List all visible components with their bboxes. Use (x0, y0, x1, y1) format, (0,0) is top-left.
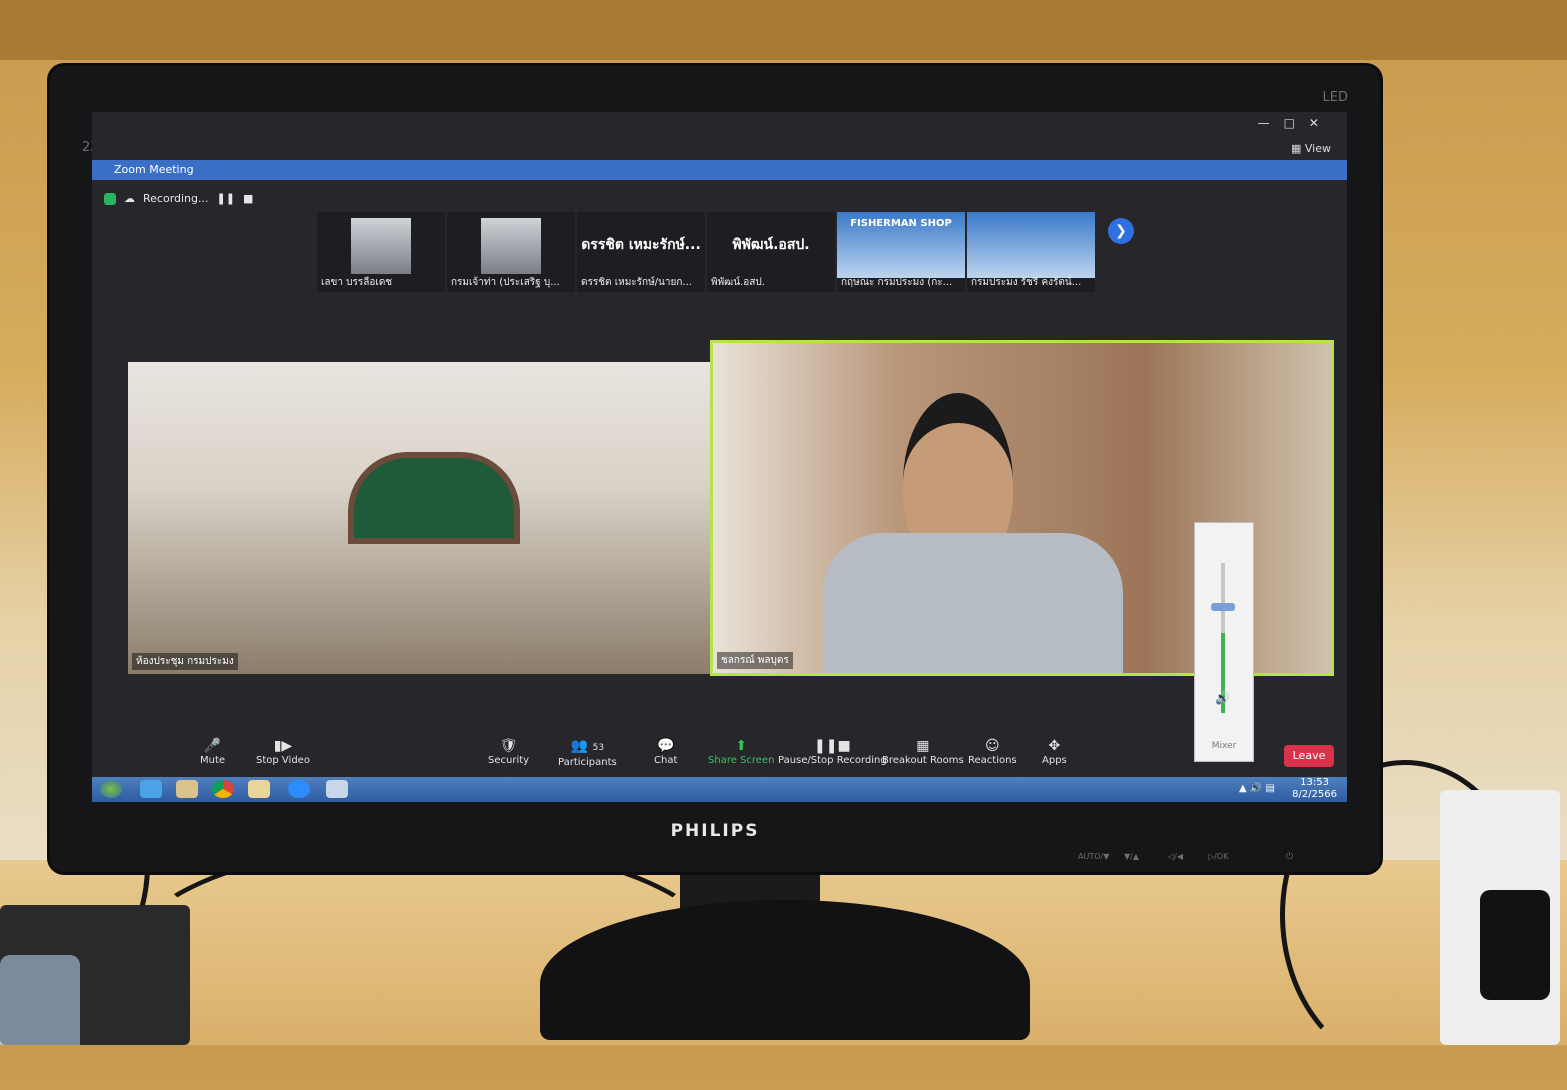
leave-button[interactable]: Leave (1284, 745, 1334, 767)
participants-label: Participants (558, 757, 617, 768)
apps-label: Apps (1042, 755, 1067, 766)
apps-icon: ✥ (1048, 738, 1061, 754)
recording-label: Recording... (143, 192, 209, 205)
participant-name: กรมประมง รัชรี คงรัตน์... (971, 277, 1082, 288)
view-label: View (1304, 142, 1331, 155)
reactions-label: Reactions (968, 755, 1017, 766)
speaker-person (823, 383, 1123, 673)
record-controls-icon: ❚❚■ (814, 738, 851, 754)
video-label: ห้องประชุม กรมประมง (132, 653, 238, 670)
monitor-panel-label: LED (1322, 90, 1348, 105)
participant-strip: เลขา บรรลือเดช กรมเจ้าท่า (ประเสริฐ บุ..… (317, 212, 1095, 292)
tray-icons[interactable]: ▲ 🔊 ▤ (1239, 783, 1275, 794)
microphone-icon: 🎤 (203, 738, 222, 754)
participant-name: กรมเจ้าท่า (ประเสริฐ บุ... (451, 277, 560, 288)
video-meeting-room[interactable]: ห้องประชุม กรมประมง (128, 362, 718, 674)
clock-time: 13:53 (1300, 777, 1329, 788)
video-camera-icon: ▮▶ (273, 738, 293, 754)
cloud-recording-icon: ☁ (124, 192, 135, 205)
taskbar-clock[interactable]: 13:53 8/2/2566 (1292, 777, 1337, 801)
mute-label: Mute (200, 755, 226, 766)
participant-video (967, 212, 1095, 278)
chrome-icon[interactable] (212, 780, 234, 798)
window-controls[interactable]: —□✕ (1258, 116, 1333, 130)
speaker-body (823, 533, 1123, 673)
share-screen-label: Share Screen (708, 755, 775, 766)
pause-stop-recording-button[interactable]: ❚❚■ Pause/Stop Recording (778, 737, 887, 766)
internet-explorer-icon[interactable] (140, 780, 162, 798)
pause-icon[interactable]: ❚❚ (217, 188, 235, 210)
mute-button[interactable]: 🎤 Mute (200, 737, 225, 766)
share-arrow-icon: ⬆ (735, 738, 748, 754)
participant-name: ดรรชิต เหมะรักษ์/นายก... (581, 277, 692, 288)
security-label: Security (488, 755, 530, 766)
volume-slider-thumb[interactable] (1211, 603, 1235, 611)
view-button[interactable]: ▦ View (1291, 142, 1331, 155)
monitor-screen: —□✕ ▦ View Zoom Meeting ☁ Recording... ❚… (92, 112, 1347, 802)
media-player-icon[interactable] (176, 780, 198, 798)
stop-video-button[interactable]: ▮▶ Stop Video (256, 737, 310, 766)
speaker-icon[interactable]: 🔊 (1215, 691, 1230, 705)
participant-banner-text: FISHERMAN SHOP (850, 218, 952, 229)
participants-button[interactable]: 👥 53 Participants (558, 737, 617, 768)
monitor-button-ok[interactable]: ▷/OK (1208, 852, 1228, 861)
participant-name: เลขา บรรลือเดช (321, 277, 393, 288)
participants-icon: 👥 53 (570, 738, 605, 754)
participant-video (481, 218, 541, 274)
participant-tile[interactable]: กรมประมง รัชรี คงรัตน์... (967, 212, 1095, 292)
power-plug (1480, 890, 1550, 1000)
background-wall (0, 0, 1567, 60)
window-taskbar-icon[interactable] (326, 780, 348, 798)
breakout-rooms-label: Breakout Rooms (882, 755, 964, 766)
next-page-arrow-icon[interactable]: ❯ (1108, 218, 1134, 244)
participant-name: พิพัฒน์.อสป. (711, 277, 765, 288)
monitor-power-button[interactable]: ⏻ (1286, 852, 1293, 862)
security-shield-icon (104, 193, 116, 205)
participant-display-name: ดรรชิต เหมะรักษ์... (581, 237, 701, 253)
zoom-toolbar: 🎤 Mute ▮▶ Stop Video 🛡 Security 👥 53 Partici… (92, 737, 1347, 777)
participant-tile[interactable]: เลขา บรรลือเดช (317, 212, 445, 292)
stop-icon[interactable]: ■ (243, 188, 253, 210)
zoom-titlebar: Zoom Meeting (92, 160, 1347, 180)
participant-tile[interactable]: กรมเจ้าท่า (ประเสริฐ บุ... (447, 212, 575, 292)
participant-display-name: พิพัฒน์.อสป. (732, 237, 810, 253)
breakout-rooms-button[interactable]: ▦ Breakout Rooms (882, 737, 964, 766)
chat-button[interactable]: 💬 Chat (654, 737, 677, 766)
participants-count: 53 (592, 743, 605, 753)
monitor-brand-logo: PHILIPS (670, 821, 760, 841)
chat-label: Chat (654, 755, 678, 766)
room-emblem-board (348, 452, 520, 544)
water-bottle (0, 955, 80, 1045)
shield-icon: 🛡 (499, 738, 518, 754)
participant-tile[interactable]: พิพัฒน์.อสป. พิพัฒน์.อสป. (707, 212, 835, 292)
reactions-button[interactable]: ☺ Reactions (968, 737, 1017, 766)
pause-stop-recording-label: Pause/Stop Recording (778, 755, 887, 766)
video-label: ชลกรณ์ พลบุตร (717, 652, 793, 669)
monitor-button-left[interactable]: ◁/◀ (1168, 852, 1183, 861)
participant-video (351, 218, 411, 274)
participant-tile[interactable]: FISHERMAN SHOP กฤษณะ กรมประมง (กะ... (837, 212, 965, 292)
smiley-icon: ☺ (985, 738, 1000, 754)
clock-date: 8/2/2566 (1292, 789, 1337, 800)
grid-icon: ▦ (916, 738, 930, 754)
monitor-button-updown[interactable]: ▼/▲ (1124, 852, 1139, 861)
volume-popup[interactable]: 🔊 Mixer (1194, 522, 1254, 762)
share-screen-button[interactable]: ⬆ Share Screen (708, 737, 774, 766)
apps-button[interactable]: ✥ Apps (1042, 737, 1067, 766)
monitor-button-auto[interactable]: AUTO/▼ (1078, 852, 1109, 861)
recording-bar: ☁ Recording... ❚❚ ■ (104, 188, 253, 210)
participant-tile[interactable]: ดรรชิต เหมะรักษ์... ดรรชิต เหมะรักษ์/นาย… (577, 212, 705, 292)
participant-name: กฤษณะ กรมประมง (กะ... (841, 277, 953, 288)
zoom-taskbar-icon[interactable] (288, 780, 310, 798)
chat-bubble-icon: 💬 (656, 738, 675, 754)
security-button[interactable]: 🛡 Security (488, 737, 529, 766)
window-title: Zoom Meeting (114, 163, 194, 176)
stop-video-label: Stop Video (256, 755, 310, 766)
windows-taskbar: ▲ 🔊 ▤ 13:53 8/2/2566 (92, 777, 1347, 802)
start-orb-icon[interactable] (100, 780, 122, 798)
file-explorer-icon[interactable] (248, 780, 270, 798)
